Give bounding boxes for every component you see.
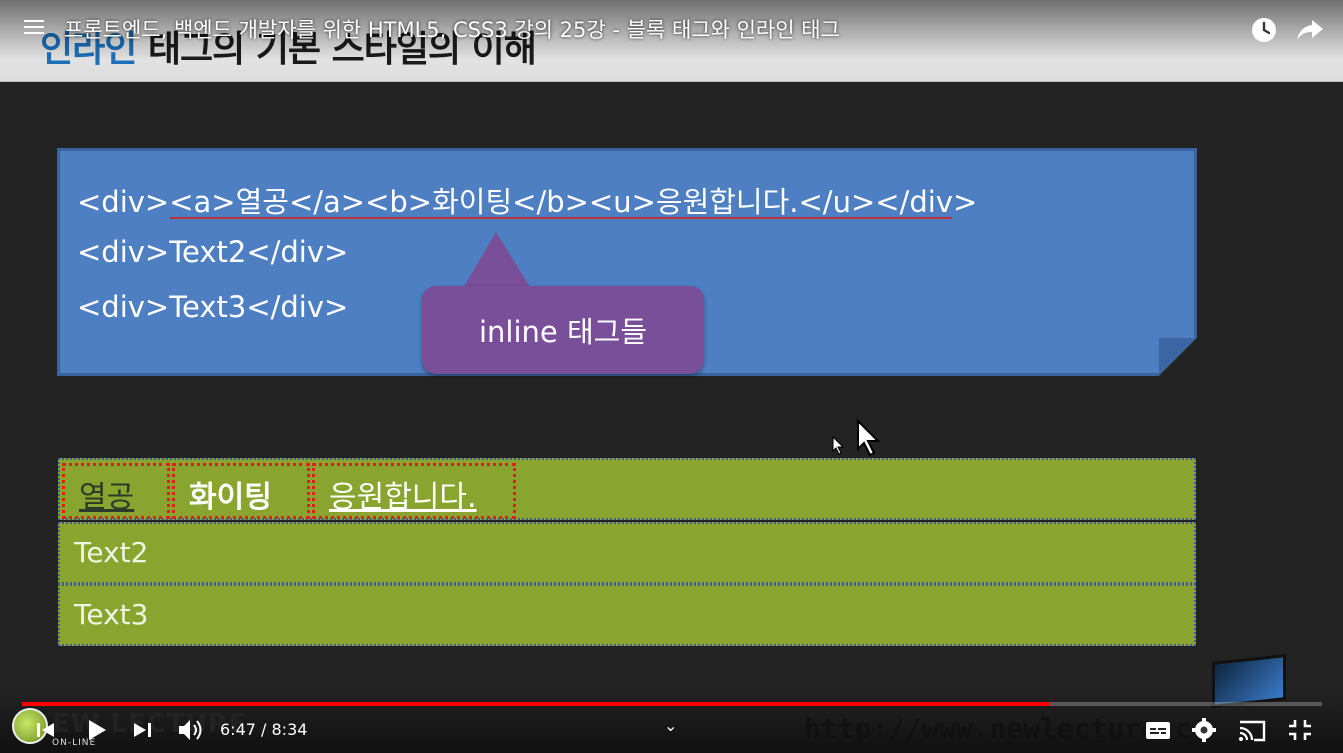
code-line-2: <div>Text2</div> <box>77 235 349 269</box>
demo-row-2: Text2 <box>58 522 1196 584</box>
watch-later-icon[interactable] <box>1250 16 1278 44</box>
monitor-graphic <box>1212 654 1286 708</box>
progress-fill <box>22 702 1051 706</box>
previous-icon[interactable] <box>34 714 56 746</box>
chevron-down-icon[interactable]: ⌄ <box>664 716 677 735</box>
inline-u-box: 응원합니다. <box>312 463 516 519</box>
exit-fullscreen-icon[interactable] <box>1286 714 1314 746</box>
url-watermark: http://www.newlecture.com <box>804 712 1194 745</box>
video-frame[interactable]: 인라인 태그의 기본 스타일의 이해 <div><a>열공</a><b>화이팅<… <box>0 0 1343 753</box>
demo-row-3-text: Text3 <box>74 598 149 631</box>
code-line-3: <div>Text3</div> <box>77 290 349 324</box>
settings-icon[interactable] <box>1190 714 1218 746</box>
inline-tags-callout: inline 태그들 <box>422 286 704 374</box>
mouse-cursor-icon <box>857 418 881 457</box>
play-icon[interactable] <box>84 714 108 746</box>
progress-bar[interactable] <box>22 702 1322 706</box>
demo-row-3: Text3 <box>58 584 1196 646</box>
video-title[interactable]: 프론트엔드, 백엔드 개발자를 위한 HTML5, CSS3 강의 25강 - … <box>64 14 840 44</box>
small-cursor-icon <box>832 436 845 455</box>
player-top-bar: 프론트엔드, 백엔드 개발자를 위한 HTML5, CSS3 강의 25강 - … <box>0 0 1343 60</box>
demo-render: 열공 화이팅 응원합니다. Text2 Text3 <box>58 458 1196 648</box>
menu-icon[interactable] <box>24 20 44 36</box>
time-display: 6:47 / 8:34 <box>220 720 308 739</box>
demo-row-1: 열공 화이팅 응원합니다. <box>58 458 1196 520</box>
inline-b-box: 화이팅 <box>172 463 310 519</box>
captions-icon[interactable] <box>1144 714 1172 746</box>
callout-text: inline 태그들 <box>478 315 648 349</box>
page-fold-corner <box>1159 338 1197 376</box>
cast-icon[interactable] <box>1236 714 1268 746</box>
demo-row-2-text: Text2 <box>74 536 149 569</box>
inline-tags-underline <box>170 217 952 219</box>
next-icon[interactable] <box>132 714 154 746</box>
volume-icon[interactable] <box>176 714 206 746</box>
share-icon[interactable] <box>1296 17 1324 43</box>
callout-tail <box>461 232 541 290</box>
code-line-1: <div><a>열공</a><b>화이팅</b><u>응원합니다.</u></d… <box>77 185 978 219</box>
inline-a-box: 열공 <box>62 463 170 519</box>
